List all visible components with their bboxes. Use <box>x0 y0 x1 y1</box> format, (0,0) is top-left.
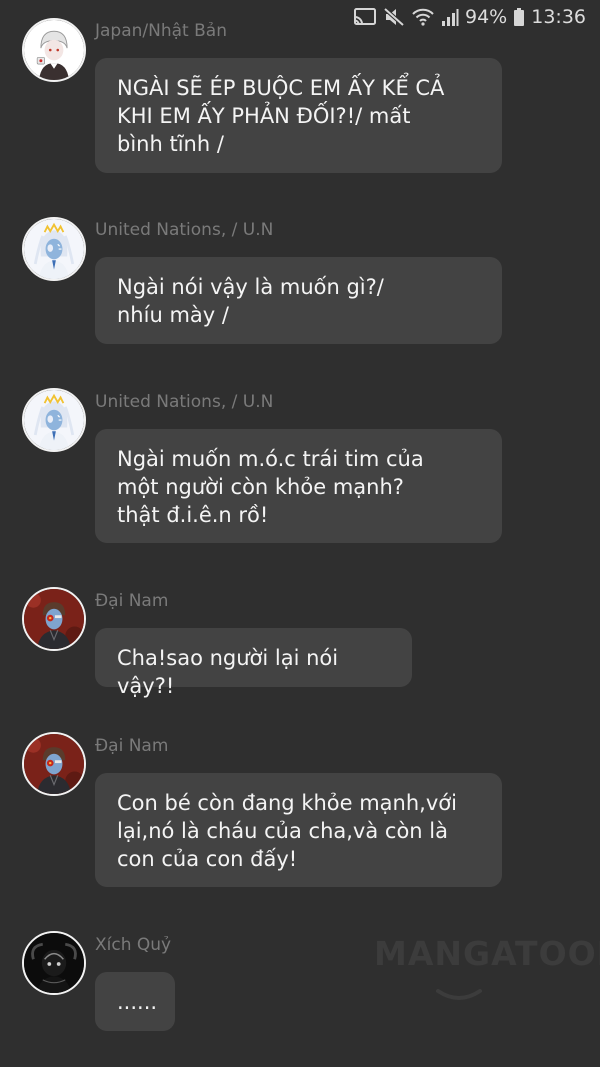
sender-name: Xích Quỷ <box>95 935 172 955</box>
xich-quy-avatar[interactable] <box>22 931 86 995</box>
sender-name: United Nations, / U.N <box>95 392 274 412</box>
sender-name: Japan/Nhật Bản <box>95 21 227 41</box>
sender-name: Đại Nam <box>95 591 169 611</box>
chat-thread[interactable]: Japan/Nhật Bản NGÀI SẼ ÉP BUỘC EM ẤY KỂ … <box>0 0 600 1067</box>
watermark-text: MANGATOON <box>374 934 600 973</box>
message-bubble[interactable]: ...... <box>95 972 175 1031</box>
united-nations-avatar[interactable] <box>22 388 86 452</box>
message-bubble[interactable]: Cha!sao người lại nói vậy?! <box>95 628 412 698</box>
dai-nam-avatar[interactable] <box>22 587 86 651</box>
message-bubble[interactable]: Con bé còn đang khỏe mạnh,với lại,nó là … <box>95 773 502 887</box>
message-bubble[interactable]: Ngài muốn m.ó.c trái tim của một người c… <box>95 429 502 543</box>
sender-name: United Nations, / U.N <box>95 220 274 240</box>
sender-name: Đại Nam <box>95 736 169 756</box>
message-bubble[interactable]: Ngài nói vậy là muốn gì?/ nhíu mày / <box>95 257 502 344</box>
japan-avatar[interactable] <box>22 18 86 82</box>
united-nations-avatar[interactable] <box>22 217 86 281</box>
message-bubble[interactable]: NGÀI SẼ ÉP BUỘC EM ẤY KỂ CẢ KHI EM ẤY PH… <box>95 58 502 173</box>
dai-nam-avatar[interactable] <box>22 732 86 796</box>
watermark: MANGATOON <box>374 934 600 1000</box>
smile-icon <box>434 970 484 1009</box>
